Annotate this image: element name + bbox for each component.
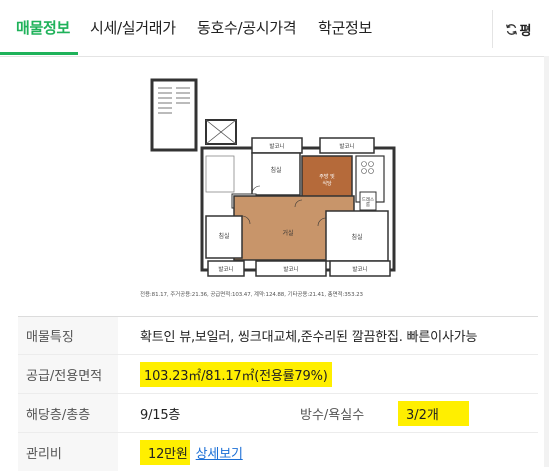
features-value: 확트인 뷰,보일러, 씽크대교체,준수리된 깔끔한집. 빠른이사가능 <box>140 330 478 345</box>
table-row: 공급/전용면적 103.23㎡/81.17㎡(전용률79%) <box>18 355 538 394</box>
room-label-balcony-top-left: 발코니 <box>269 142 284 150</box>
active-tab-indicator <box>0 52 78 55</box>
area-label: 공급/전용면적 <box>18 355 118 393</box>
rooms-label: 방수/욕실수 <box>300 407 365 423</box>
room-label-balcony-bottom-mid: 발코니 <box>283 265 298 273</box>
refresh-icon <box>505 23 517 35</box>
svg-text:식당: 식당 <box>322 180 332 187</box>
tab-unit-official-price[interactable]: 동호수/공시가격 <box>197 17 297 38</box>
floor-plan-image: 발코니 발코니 침실 주방 및 식당 드레스 룸 거실 침실 침실 발코니 발코… <box>150 78 396 277</box>
room-label-bedroom-right: 침실 <box>351 233 362 241</box>
unit-toggle-label: 평 <box>519 23 532 39</box>
table-row: 관리비 12만원 상세보기 <box>18 433 538 471</box>
features-label: 매물특징 <box>18 317 118 354</box>
room-label-living: 거실 <box>282 229 293 237</box>
svg-text:드레스: 드레스 <box>362 196 374 203</box>
scrollbar[interactable] <box>544 56 549 467</box>
room-label-balcony-top-right: 발코니 <box>339 142 354 150</box>
room-label-kitchen: 주방 및 <box>319 173 335 180</box>
room-label-balcony-bottom-right: 발코니 <box>352 265 367 273</box>
fee-detail-link[interactable]: 상세보기 <box>196 443 243 462</box>
fee-value: 12만원 <box>140 439 190 465</box>
floor-plan-area-caption: 전용:81.17, 주거공용:21.36, 공급면적:103.47, 계약:12… <box>140 292 363 298</box>
room-label-bedroom-left: 침실 <box>218 232 229 240</box>
area-value: 103.23㎡/81.17㎡(전용률79%) <box>140 361 332 387</box>
floor-value: 9/15층 <box>140 407 181 423</box>
rooms-value-cell: 3/2개 <box>398 394 469 432</box>
table-row: 해당층/총층 9/15층 방수/욕실수 3/2개 <box>18 394 538 433</box>
stair-core <box>150 78 198 152</box>
table-row: 매물특징 확트인 뷰,보일러, 씽크대교체,준수리된 깔끔한집. 빠른이사가능 <box>18 317 538 355</box>
floor-label: 해당층/총층 <box>18 394 118 432</box>
area-value-cell: 103.23㎡/81.17㎡(전용률79%) <box>140 355 332 393</box>
room-label-bedroom-top: 침실 <box>270 166 281 174</box>
listing-info-table: 매물특징 확트인 뷰,보일러, 씽크대교체,준수리된 깔끔한집. 빠른이사가능 … <box>18 316 538 471</box>
tab-price-history[interactable]: 시세/실거래가 <box>90 17 176 38</box>
tab-bar: 매물정보 시세/실거래가 동호수/공시가격 학군정보 평 <box>0 0 549 57</box>
rooms-value: 3/2개 <box>398 400 469 426</box>
tab-school-info[interactable]: 학군정보 <box>318 17 372 38</box>
room-label-balcony-bottom-left: 발코니 <box>218 265 233 273</box>
svg-text:룸: 룸 <box>366 202 370 208</box>
fee-label: 관리비 <box>18 433 118 471</box>
fee-value-cell: 12만원 상세보기 <box>140 433 243 471</box>
unit-toggle-button[interactable]: 평 <box>492 10 543 48</box>
tab-listing-info[interactable]: 매물정보 <box>16 17 70 38</box>
